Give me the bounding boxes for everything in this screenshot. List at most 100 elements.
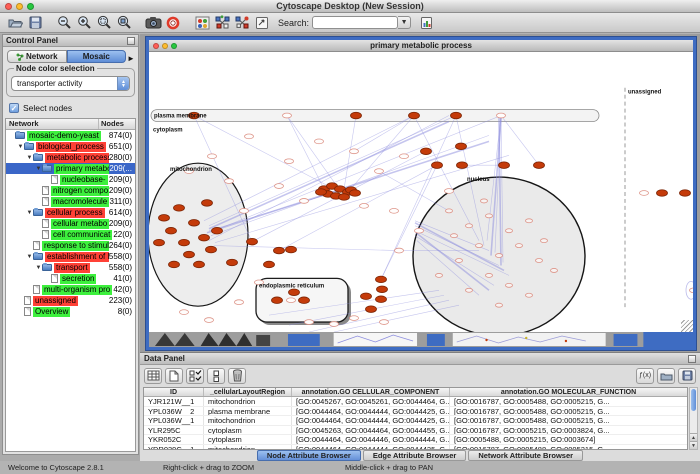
select-nodes-checkbox[interactable]: ✓: [9, 103, 19, 113]
column-header[interactable]: annotation.GO MOLECULAR_FUNCTION: [450, 388, 687, 396]
network-node-open[interactable]: [287, 298, 296, 303]
tree-header-nodes[interactable]: Nodes: [99, 119, 135, 129]
tree-row[interactable]: nitrogen compo209(0): [6, 185, 135, 196]
network-view-window[interactable]: primary metabolic process plasma membran…: [146, 37, 696, 350]
new-attribute-button[interactable]: [165, 368, 183, 384]
network-node-open[interactable]: [445, 189, 454, 194]
zoom-out-button[interactable]: [54, 14, 74, 31]
network-window-titlebar[interactable]: primary metabolic process: [149, 40, 693, 52]
expand-arrow-icon[interactable]: ▼: [26, 210, 33, 216]
nucleus-node[interactable]: [516, 244, 523, 248]
network-node-open[interactable]: [275, 184, 284, 189]
network-node-open[interactable]: [380, 320, 389, 325]
nucleus-node[interactable]: [551, 268, 558, 272]
network-node[interactable]: [366, 306, 377, 313]
expand-arrow-icon[interactable]: ▼: [17, 144, 24, 150]
network-node-open[interactable]: [375, 169, 384, 174]
network-node[interactable]: [289, 289, 300, 296]
tree-header[interactable]: Network Nodes: [6, 119, 135, 130]
network-node[interactable]: [202, 200, 213, 207]
nucleus-node[interactable]: [446, 209, 453, 213]
export-attributes-button[interactable]: [678, 368, 696, 384]
nucleus-node[interactable]: [451, 234, 458, 238]
window-titlebar[interactable]: Cytoscape Desktop (New Session): [0, 0, 700, 13]
network-node-open[interactable]: [225, 179, 234, 184]
unselect-attributes-button[interactable]: [207, 368, 225, 384]
network-node[interactable]: [451, 112, 462, 119]
nucleus-node[interactable]: [436, 273, 443, 277]
table-row[interactable]: YLR295Ccytoplasm[GO:0045263, GO:0044464,…: [144, 426, 687, 436]
float-panel-icon[interactable]: [127, 37, 135, 45]
nucleus-node[interactable]: [496, 303, 503, 307]
search-dropdown-button[interactable]: ▼: [398, 16, 411, 29]
tree-row[interactable]: Overview8(0): [6, 306, 135, 317]
network-node[interactable]: [361, 293, 372, 300]
network-node-open[interactable]: [205, 318, 214, 323]
tree-row[interactable]: cell communicat22(0): [6, 229, 135, 240]
network-node-open[interactable]: [350, 149, 359, 154]
network-node[interactable]: [274, 247, 285, 254]
tree-row[interactable]: unassigned223(0): [6, 295, 135, 306]
attribute-editor-button[interactable]: [416, 14, 436, 31]
expand-arrow-icon[interactable]: ▼: [26, 155, 33, 161]
network-node-open[interactable]: [690, 288, 694, 293]
node-color-select[interactable]: transporter activity ▲▼: [11, 76, 130, 91]
zoom-in-button[interactable]: [74, 14, 94, 31]
network-node[interactable]: [377, 286, 388, 293]
table-row[interactable]: YPL036W__1mitochondrion[GO:0044464, GO:0…: [144, 416, 687, 426]
network-node[interactable]: [421, 148, 432, 155]
network-edit-button[interactable]: [232, 14, 252, 31]
network-node[interactable]: [457, 162, 468, 169]
tree-row[interactable]: multi-organism pro42(0): [6, 284, 135, 295]
network-node-open[interactable]: [208, 154, 217, 159]
formula-builder-button[interactable]: ƒ(x): [636, 368, 654, 384]
network-node-open[interactable]: [330, 322, 339, 327]
network-node-open[interactable]: [640, 191, 649, 196]
scroll-down-icon[interactable]: ▼: [690, 441, 697, 449]
select-attributes-button[interactable]: [186, 368, 204, 384]
tree-row[interactable]: mosaic-demo-yeast874(0): [6, 130, 135, 141]
zoom-selected-button[interactable]: [114, 14, 134, 31]
tree-row[interactable]: response to stimulu264(0): [6, 240, 135, 251]
tab-network[interactable]: Network: [7, 50, 67, 63]
zoom-fit-button[interactable]: [94, 14, 114, 31]
network-node[interactable]: [657, 190, 668, 197]
network-node[interactable]: [376, 296, 387, 303]
tree-row[interactable]: ▼metabolic process280(0): [6, 152, 135, 163]
tab-node-attribute-browser[interactable]: Node Attribute Browser: [257, 450, 361, 461]
nucleus-node[interactable]: [506, 283, 513, 287]
data-panel-float-icon[interactable]: [688, 355, 696, 363]
tree-row[interactable]: ▼establishment of lo558(0): [6, 251, 135, 262]
save-session-button[interactable]: [25, 14, 45, 31]
network-node[interactable]: [169, 261, 180, 268]
network-node[interactable]: [316, 189, 327, 196]
tree-row[interactable]: nucleobase-209(0): [6, 174, 135, 185]
table-row[interactable]: YPL036W__2plasma membrane[GO:0044464, GO…: [144, 407, 687, 417]
attribute-grid-button[interactable]: [144, 368, 162, 384]
network-node-open[interactable]: [300, 199, 309, 204]
network-node[interactable]: [159, 215, 170, 222]
network-node[interactable]: [206, 246, 217, 253]
network-node[interactable]: [272, 297, 283, 304]
nucleus-node[interactable]: [526, 219, 533, 223]
network-node[interactable]: [299, 297, 310, 304]
vizmapper-button[interactable]: [192, 14, 212, 31]
column-header[interactable]: annotation.GO CELLULAR_COMPONENT: [292, 388, 450, 396]
network-node-open[interactable]: [283, 113, 292, 118]
network-node-open[interactable]: [285, 159, 294, 164]
tree-row[interactable]: ▼biological_process651(0): [6, 141, 135, 152]
nucleus-node[interactable]: [456, 259, 463, 263]
attribute-table[interactable]: ID_cellularLayoutRegionannotation.GO CEL…: [143, 387, 688, 450]
network-node[interactable]: [376, 276, 387, 283]
tree-row[interactable]: ▼transport558(0): [6, 262, 135, 273]
expand-arrow-icon[interactable]: ▼: [35, 265, 42, 271]
snapshot-button[interactable]: [143, 14, 163, 31]
nucleus-node[interactable]: [466, 288, 473, 292]
network-node[interactable]: [189, 220, 200, 227]
nucleus-node[interactable]: [476, 244, 483, 248]
network-node-open[interactable]: [240, 208, 249, 213]
nucleus-node[interactable]: [541, 239, 548, 243]
resize-grip[interactable]: [681, 320, 693, 332]
column-header[interactable]: ID: [144, 388, 204, 396]
scroll-up-icon[interactable]: ▲: [690, 433, 697, 441]
